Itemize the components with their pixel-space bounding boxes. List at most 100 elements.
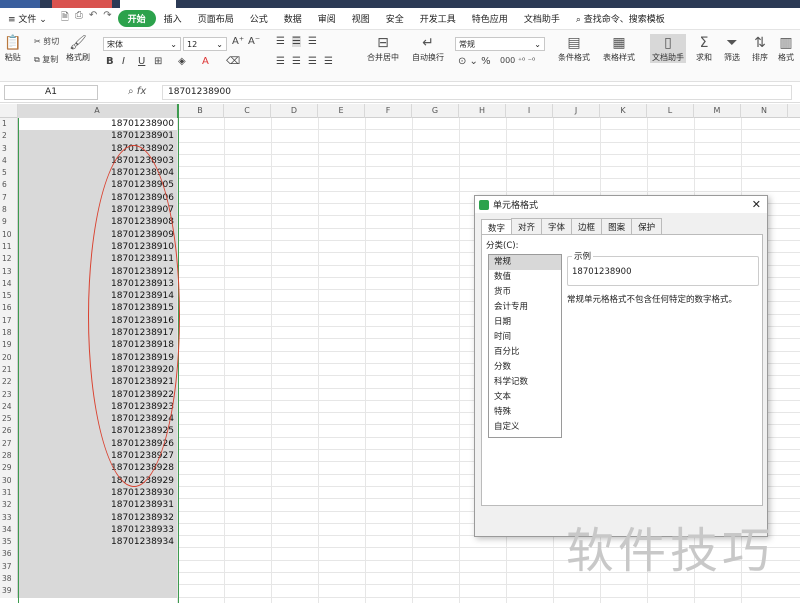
dialog-titlebar[interactable]: 单元格格式: [475, 196, 767, 213]
column-header-c[interactable]: C: [224, 104, 271, 118]
cell-a[interactable]: 18701238934: [18, 536, 177, 549]
tab-view[interactable]: 视图: [344, 12, 378, 25]
font-name-select[interactable]: 宋体 ⌄: [103, 37, 181, 51]
tab-doc-assistant[interactable]: 文档助手: [516, 12, 568, 25]
merge-center-button[interactable]: ⊟ 合并居中: [367, 34, 399, 63]
cell-a[interactable]: 18701238931: [18, 499, 177, 512]
command-search[interactable]: ⌕ 查找命令、搜索模板: [568, 12, 673, 25]
select-all-corner[interactable]: [0, 104, 18, 118]
sort-button[interactable]: ⇅ 排序: [752, 34, 768, 63]
category-item[interactable]: 文本: [489, 390, 561, 405]
save-icon[interactable]: 🗎: [61, 10, 69, 27]
border-button[interactable]: ⊞: [154, 56, 162, 67]
font-color-button[interactable]: A: [202, 56, 209, 67]
format-painter-button[interactable]: 🖌 格式刷: [66, 34, 90, 63]
tab-developer[interactable]: 开发工具: [412, 12, 464, 25]
clear-button[interactable]: ⌫: [226, 56, 240, 67]
cell-a[interactable]: 18701238930: [18, 486, 177, 500]
tab-formula[interactable]: 公式: [242, 12, 276, 25]
formula-input[interactable]: 18701238900: [162, 85, 792, 100]
category-item[interactable]: 特殊: [489, 405, 561, 420]
row-header[interactable]: 38: [0, 572, 18, 586]
print-icon[interactable]: ⎙: [75, 10, 83, 27]
align-top-button[interactable]: ☰: [276, 36, 285, 47]
row-header[interactable]: 29: [0, 462, 18, 475]
align-center-button[interactable]: ☰: [292, 56, 301, 67]
cell-a[interactable]: [18, 560, 177, 573]
document-tab-2[interactable]: [120, 0, 176, 8]
cell-a[interactable]: 18701238933: [18, 523, 177, 537]
category-item[interactable]: 百分比: [489, 345, 561, 360]
wrap-text-button[interactable]: ↵ 自动换行: [412, 34, 444, 63]
tab-review[interactable]: 审阅: [310, 12, 344, 25]
column-header-d[interactable]: D: [271, 104, 318, 118]
row-header[interactable]: 30: [0, 474, 18, 487]
cut-button[interactable]: ✂ 剪切: [34, 36, 59, 47]
number-format-select[interactable]: 常规 ⌄: [455, 37, 545, 51]
cell-a[interactable]: [18, 572, 177, 586]
category-item[interactable]: 常规: [489, 255, 561, 270]
row-header[interactable]: 3: [0, 142, 18, 155]
column-header-a[interactable]: A: [18, 104, 177, 118]
row-header[interactable]: 26: [0, 425, 18, 438]
cell-a[interactable]: 18701238932: [18, 511, 177, 524]
cell-a[interactable]: 18701238929: [18, 474, 177, 487]
row-header[interactable]: 33: [0, 511, 18, 524]
tab-protection[interactable]: 保护: [631, 218, 663, 235]
tab-alignment[interactable]: 对齐: [511, 218, 543, 235]
row-header[interactable]: 31: [0, 486, 18, 500]
fx-label[interactable]: fx: [137, 86, 146, 97]
category-item[interactable]: 日期: [489, 315, 561, 330]
category-item[interactable]: 分数: [489, 360, 561, 375]
category-item[interactable]: 自定义: [489, 420, 561, 435]
row-header[interactable]: 23: [0, 388, 18, 401]
align-right-button[interactable]: ☰: [308, 56, 317, 67]
column-header-e[interactable]: E: [318, 104, 365, 118]
document-tab-1[interactable]: [52, 0, 112, 8]
cell-a[interactable]: 18701238902: [18, 142, 177, 155]
category-item[interactable]: 货币: [489, 285, 561, 300]
tab-page-layout[interactable]: 页面布局: [190, 12, 242, 25]
tab-font[interactable]: 字体: [541, 218, 573, 235]
row-header[interactable]: 9: [0, 216, 18, 229]
column-header-i[interactable]: I: [506, 104, 553, 118]
undo-icon[interactable]: ↶: [89, 10, 97, 27]
row-header[interactable]: 21: [0, 363, 18, 377]
row-header[interactable]: 22: [0, 376, 18, 389]
row-header[interactable]: 16: [0, 302, 18, 315]
column-header-g[interactable]: G: [412, 104, 459, 118]
row-header[interactable]: 5: [0, 167, 18, 180]
row-header[interactable]: 28: [0, 450, 18, 463]
column-header-n[interactable]: N: [741, 104, 788, 118]
tab-insert[interactable]: 插入: [156, 12, 190, 25]
row-header[interactable]: 4: [0, 154, 18, 168]
table-style-button[interactable]: ▦ 表格样式: [603, 34, 635, 63]
align-middle-button[interactable]: ☰: [292, 36, 301, 47]
font-size-select[interactable]: 12 ⌄: [183, 37, 227, 51]
currency-button[interactable]: ⊙ ⌄ %: [458, 56, 491, 67]
column-header-j[interactable]: J: [553, 104, 600, 118]
cell-a[interactable]: [18, 585, 177, 598]
cell-a[interactable]: 18701238901: [18, 130, 177, 143]
decimal-buttons[interactable]: 000 ⁺⁰ ⁻⁰: [500, 56, 535, 65]
font-shrink-button[interactable]: A⁻: [248, 36, 260, 47]
doc-assistant-button[interactable]: ▯ 文档助手: [650, 34, 686, 63]
cell-a[interactable]: [18, 548, 177, 561]
conditional-format-button[interactable]: ▤ 条件格式: [558, 34, 590, 63]
row-header[interactable]: 34: [0, 523, 18, 537]
row-header[interactable]: 24: [0, 400, 18, 414]
category-item[interactable]: 科学记数: [489, 375, 561, 390]
row-header[interactable]: 36: [0, 548, 18, 561]
row-header[interactable]: 11: [0, 240, 18, 254]
category-list[interactable]: 常规 数值 货币 会计专用 日期 时间 百分比 分数 科学记数 文本 特殊 自定义: [488, 254, 562, 438]
row-header[interactable]: 6: [0, 179, 18, 192]
close-icon[interactable]: ✕: [752, 198, 761, 211]
font-grow-button[interactable]: A⁺: [232, 36, 244, 47]
row-header[interactable]: 20: [0, 351, 18, 364]
fill-color-button[interactable]: ◈: [178, 56, 186, 67]
category-item[interactable]: 数值: [489, 270, 561, 285]
row-header[interactable]: 39: [0, 585, 18, 598]
column-header-m[interactable]: M: [694, 104, 741, 118]
category-item[interactable]: 会计专用: [489, 300, 561, 315]
name-box[interactable]: A1: [4, 85, 98, 100]
